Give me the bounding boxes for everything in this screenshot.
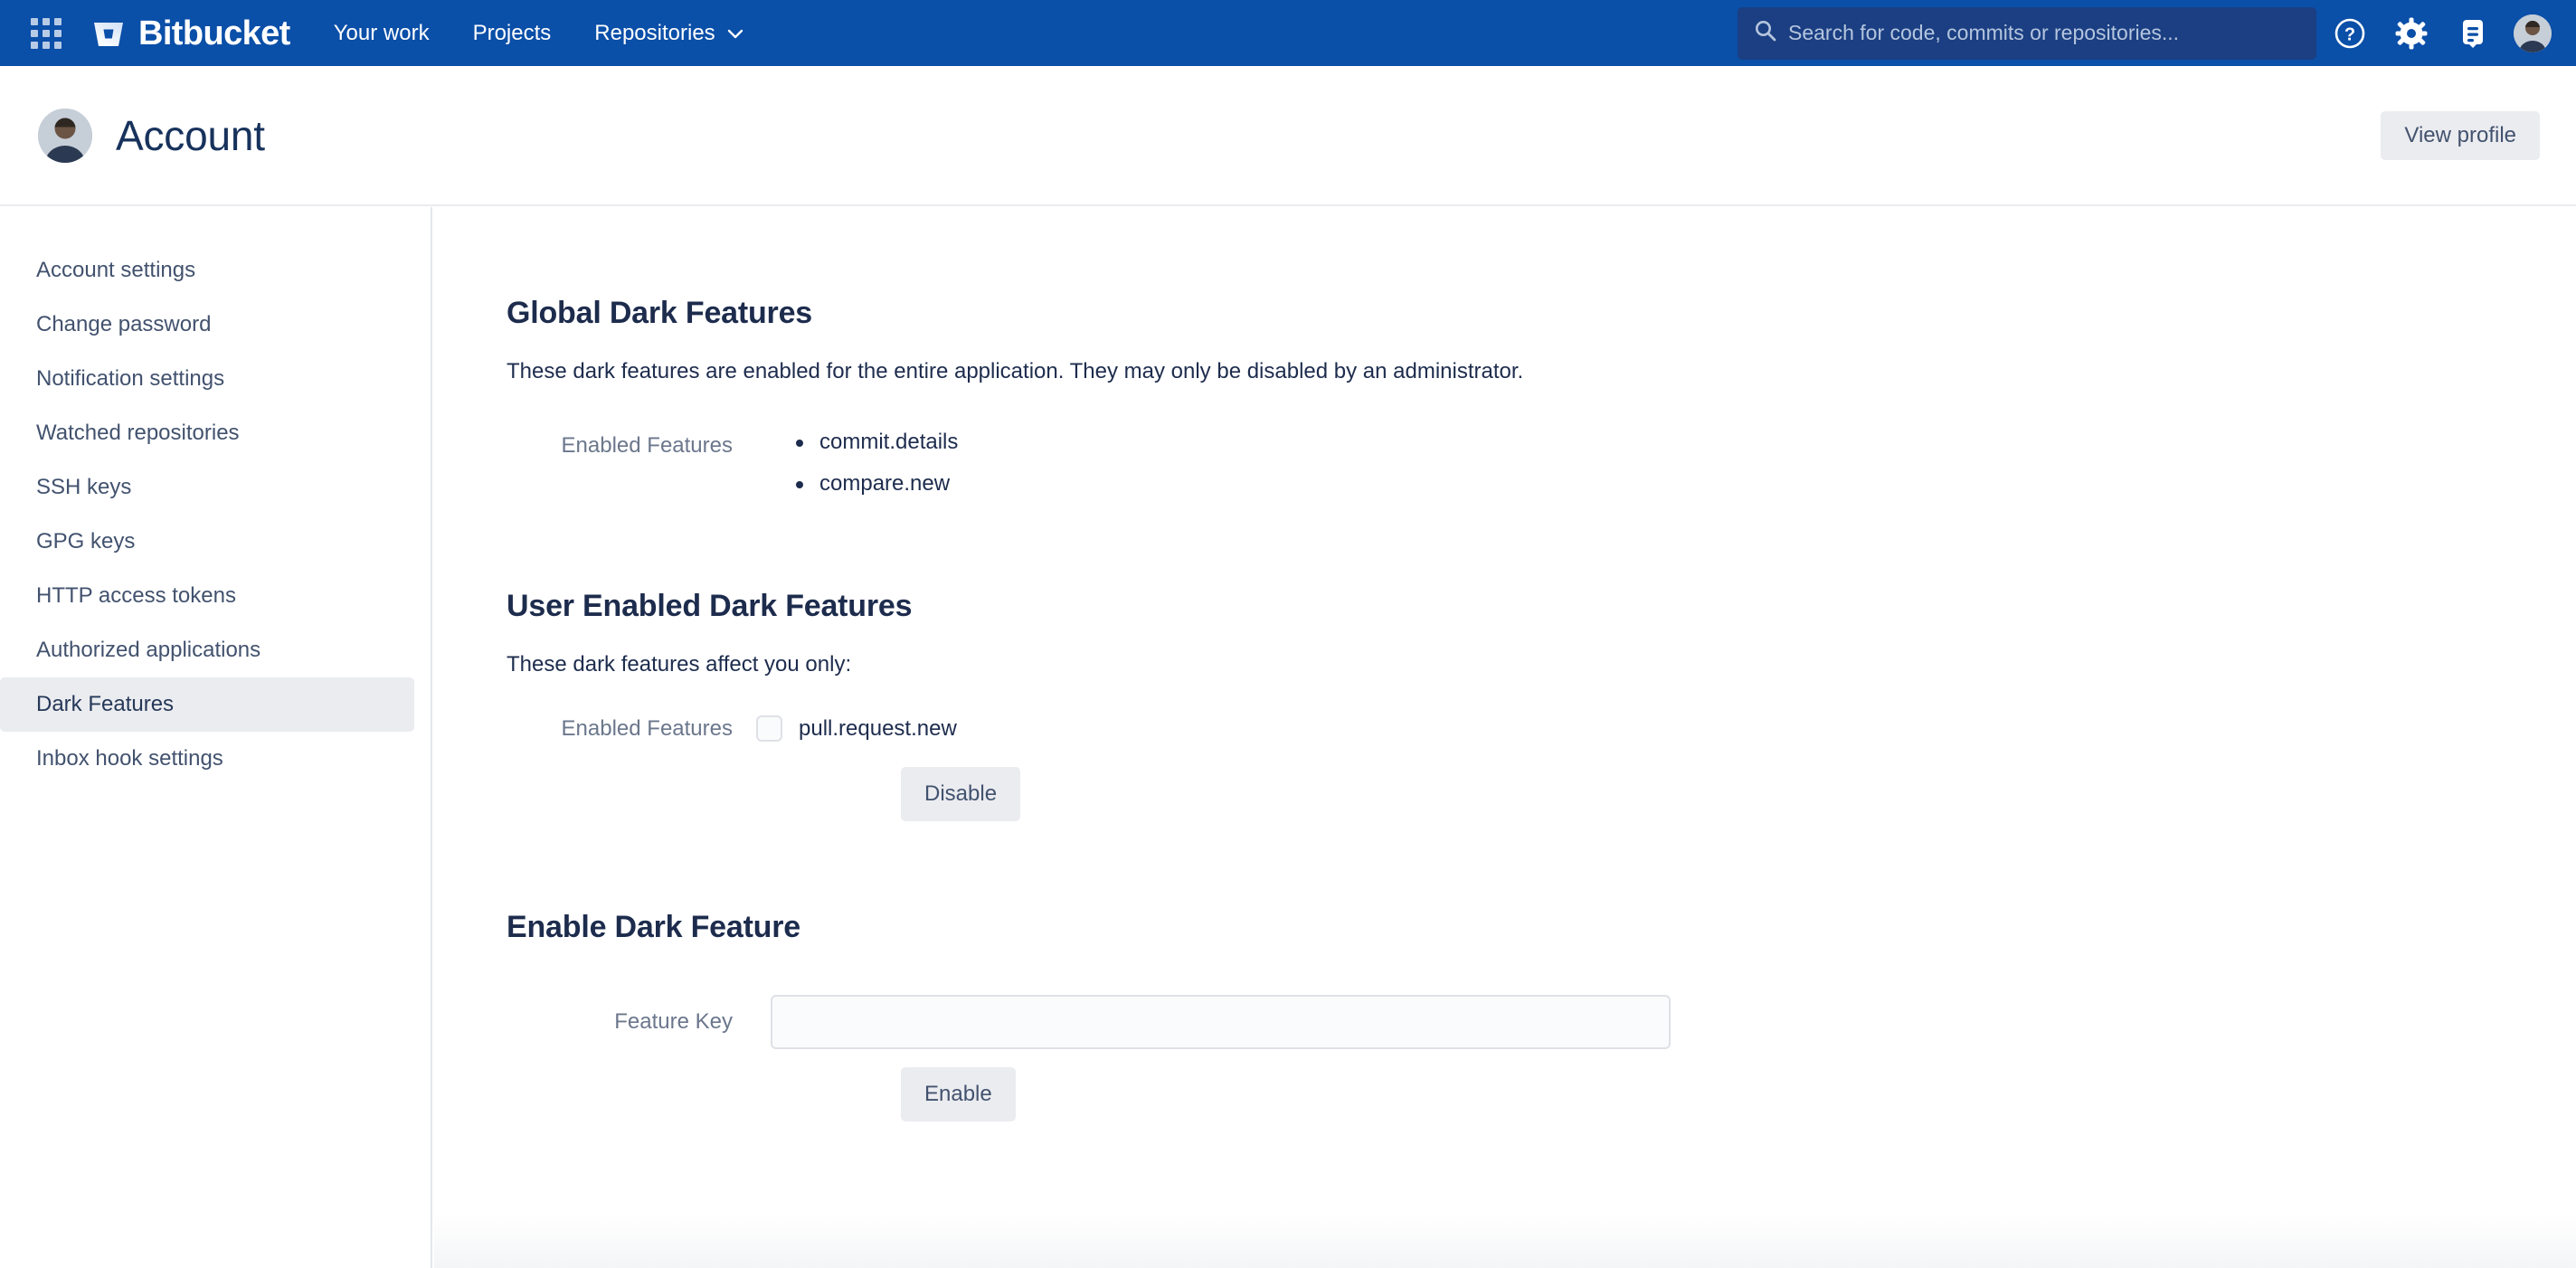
global-enabled-features-row: Enabled Features commit.details compare.…	[470, 431, 2576, 515]
list-item: commit.details	[796, 431, 958, 453]
account-sidebar: Account settings Change password Notific…	[0, 207, 432, 1268]
bitbucket-home-link[interactable]: Bitbucket	[90, 15, 290, 52]
account-avatar	[38, 108, 92, 163]
enable-button[interactable]: Enable	[901, 1067, 1016, 1121]
enable-button-row: Enable	[470, 1067, 2576, 1121]
sidebar-item-label: Authorized applications	[36, 638, 261, 662]
user-section-description: These dark features affect you only:	[507, 652, 852, 677]
sidebar-item-dark-features[interactable]: Dark Features	[0, 677, 414, 732]
nav-link-projects-label: Projects	[472, 20, 552, 45]
nav-link-your-work-label: Your work	[333, 20, 430, 45]
nav-link-your-work[interactable]: Your work	[334, 14, 430, 53]
chevron-down-icon	[727, 26, 743, 43]
app-switcher-grid-icon[interactable]	[31, 17, 62, 49]
global-enabled-features-list: commit.details compare.new	[796, 431, 958, 515]
enable-dark-feature-section: Enable Dark Feature Feature Key Enable	[470, 912, 2576, 1121]
global-dark-features-section: Global Dark Features These dark features…	[470, 207, 2576, 515]
sidebar-item-authorized-applications[interactable]: Authorized applications	[0, 623, 414, 677]
sidebar-item-http-access-tokens[interactable]: HTTP access tokens	[0, 569, 414, 623]
sidebar-item-label: Change password	[36, 312, 212, 336]
settings-gear-icon[interactable]	[2383, 5, 2439, 62]
pull-request-new-label: pull.request.new	[799, 715, 957, 741]
nav-link-projects[interactable]: Projects	[473, 14, 552, 53]
global-section-title: Global Dark Features	[507, 296, 813, 330]
sidebar-item-notification-settings[interactable]: Notification settings	[0, 352, 414, 406]
user-enabled-features-row: Enabled Features pull.request.new	[470, 715, 2576, 742]
disable-button-row: Disable	[470, 767, 2576, 821]
global-enabled-features-label: Enabled Features	[561, 433, 733, 458]
bitbucket-logo-icon	[90, 15, 127, 52]
dark-features-content: Global Dark Features These dark features…	[434, 207, 2576, 1268]
nav-link-repositories[interactable]: Repositories	[594, 14, 743, 53]
sidebar-item-label: GPG keys	[36, 529, 136, 554]
view-profile-button[interactable]: View profile	[2381, 110, 2540, 160]
page-title: Account	[116, 111, 265, 159]
global-section-description: These dark features are enabled for the …	[507, 359, 1524, 383]
search-box[interactable]	[1738, 6, 2316, 60]
page-header: Account View profile	[0, 66, 2576, 206]
sidebar-item-inbox-hook-settings[interactable]: Inbox hook settings	[0, 732, 414, 786]
feature-key-row: Feature Key	[470, 995, 2576, 1049]
bitbucket-wordmark: Bitbucket	[138, 14, 290, 52]
top-navigation-bar: Bitbucket Your work Projects Repositorie…	[0, 0, 2576, 66]
pull-request-new-checkbox[interactable]	[756, 715, 782, 742]
search-icon	[1754, 19, 1777, 47]
sidebar-item-label: SSH keys	[36, 475, 132, 499]
sidebar-item-watched-repositories[interactable]: Watched repositories	[0, 406, 414, 460]
sidebar-item-account-settings[interactable]: Account settings	[0, 243, 414, 298]
inbox-notifications-icon[interactable]	[2445, 5, 2501, 62]
search-input[interactable]	[1788, 21, 2300, 45]
sidebar-item-label: Notification settings	[36, 366, 225, 391]
user-dark-features-section: User Enabled Dark Features These dark fe…	[470, 591, 2576, 821]
feature-key-input[interactable]	[771, 995, 1671, 1049]
feature-key-label: Feature Key	[614, 1009, 733, 1034]
user-avatar[interactable]	[2514, 14, 2552, 52]
sidebar-item-change-password[interactable]: Change password	[0, 298, 414, 352]
enable-section-title: Enable Dark Feature	[507, 910, 800, 944]
user-section-title: User Enabled Dark Features	[507, 589, 913, 623]
sidebar-item-label: HTTP access tokens	[36, 583, 236, 608]
list-item: compare.new	[796, 473, 958, 495]
top-nav-right-cluster: ?	[1738, 5, 2552, 62]
sidebar-item-label: Dark Features	[36, 692, 175, 716]
user-enabled-features-label: Enabled Features	[561, 715, 733, 741]
disable-button[interactable]: Disable	[901, 767, 1021, 821]
svg-text:?: ?	[2344, 24, 2355, 44]
sidebar-item-label: Inbox hook settings	[36, 746, 223, 771]
sidebar-item-gpg-keys[interactable]: GPG keys	[0, 515, 414, 569]
help-icon[interactable]: ?	[2322, 5, 2378, 62]
sidebar-item-label: Watched repositories	[36, 421, 240, 445]
sidebar-item-label: Account settings	[36, 258, 196, 282]
nav-link-repositories-label: Repositories	[594, 20, 715, 45]
sidebar-item-ssh-keys[interactable]: SSH keys	[0, 460, 414, 515]
